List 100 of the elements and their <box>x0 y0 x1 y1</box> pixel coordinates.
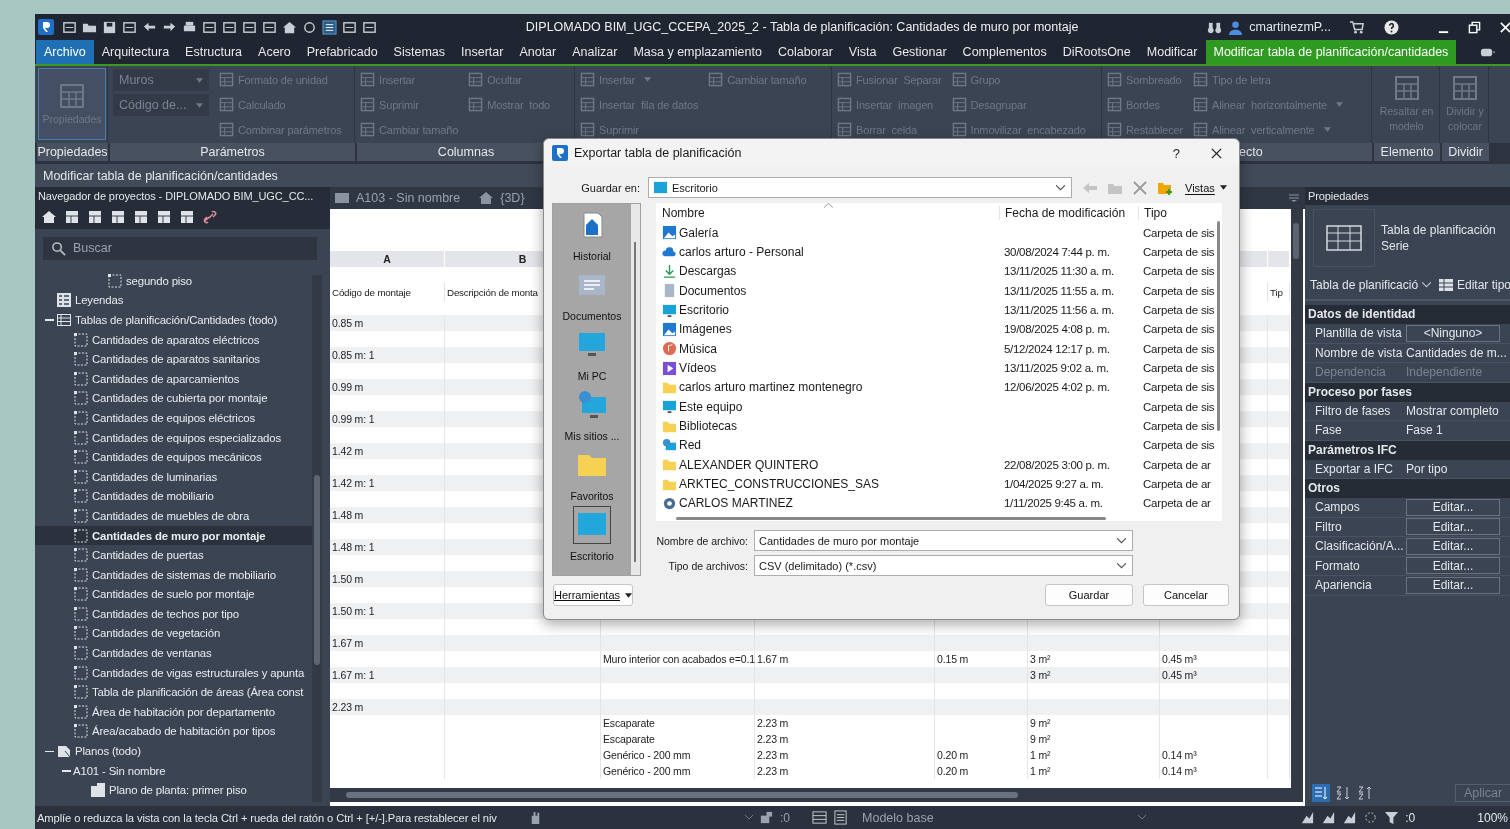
property-value[interactable]: Por tipo <box>1403 461 1448 476</box>
tree-item[interactable]: Cantidades de suelo por montaje <box>35 584 312 605</box>
sort-icon[interactable] <box>1312 784 1330 802</box>
place-item[interactable]: Mis sitios ... <box>553 384 631 444</box>
tree-item[interactable]: Cantidades de sistemas de mobiliario <box>35 564 312 585</box>
tree-item[interactable]: Cantidades de puertas <box>35 545 312 565</box>
sort-ascending-icon[interactable] <box>1334 784 1352 802</box>
file-row[interactable]: Música 5/12/2024 12:17 p. m. Carpeta de sis <box>656 339 1222 359</box>
file-row[interactable]: Escritorio 13/11/2025 11:56 a. m. Carpeta de sis <box>656 300 1222 320</box>
save-button[interactable]: Guardar <box>1045 584 1133 606</box>
help-button[interactable]: ? <box>1172 145 1180 161</box>
search-field[interactable]: Buscar <box>43 236 317 260</box>
tree-item[interactable]: Tablas de planificación/Cantidades (todo) <box>35 310 312 330</box>
file-row[interactable]: Vídeos 13/11/2025 9:02 a. m. Carpeta de sis <box>656 358 1222 378</box>
ribbon-tab[interactable]: Modificar <box>1138 40 1206 64</box>
ribbon-tab[interactable]: DiRootsOne <box>1054 40 1139 64</box>
tree-item[interactable]: Plano de planta: primer piso <box>35 780 312 801</box>
view-tab[interactable]: A103 - Sin nombre <box>330 187 471 209</box>
file-row[interactable]: Documentos 13/11/2025 11:55 a. m. Carpeta de sis <box>656 281 1222 301</box>
tree-item[interactable]: Cantidades de aparcamientos <box>35 368 312 389</box>
house-icon[interactable] <box>41 209 57 225</box>
scrollbar[interactable] <box>1217 221 1220 431</box>
help-icon[interactable] <box>1384 19 1399 35</box>
dropdown-icon[interactable] <box>1289 194 1299 202</box>
file-name-field[interactable]: Cantidades de muro por montaje <box>754 530 1133 551</box>
house-icon[interactable] <box>282 19 297 35</box>
place-item[interactable]: Escritorio <box>553 504 631 564</box>
save-icon[interactable] <box>102 19 117 35</box>
value-button[interactable]: Editar... <box>1406 557 1500 575</box>
target-icon[interactable] <box>302 19 317 35</box>
ribbon-tab[interactable]: Acero <box>250 40 299 64</box>
worksets-icon[interactable] <box>759 810 774 825</box>
ribbon-tab[interactable]: Masa y emplazamiento <box>625 40 770 64</box>
ribbon-tab[interactable]: Analizar <box>564 40 626 64</box>
file-row[interactable]: Bibliotecas Carpeta de sis <box>656 416 1222 436</box>
tree-item[interactable]: segundo piso <box>35 271 312 291</box>
scrollbar[interactable] <box>330 788 1291 802</box>
views-menu[interactable]: Vistas <box>1185 181 1227 194</box>
cart-icon[interactable] <box>1349 19 1364 35</box>
list-icon[interactable] <box>322 19 337 35</box>
ribbon-tab[interactable]: Modificar tabla de planificación/cantidades <box>1205 40 1457 64</box>
file-row[interactable]: ARKTEC_CONSTRUCCIONES_SAS 1/04/2025 9:27 a. m. Carpeta de ar <box>656 474 1222 494</box>
scrollbar[interactable] <box>312 275 322 802</box>
tree-item[interactable]: Tabla de planificación de áreas (Área const <box>35 682 312 703</box>
ribbon-tab[interactable]: Estructura <box>177 40 251 64</box>
view-tab[interactable]: {3D} <box>474 187 535 209</box>
file-row[interactable]: CARLOS MARTINEZ 1/11/2025 9:45 a. m. Carpeta de ar <box>656 493 1222 514</box>
ribbon-tab[interactable]: Insertar <box>453 40 512 64</box>
ribbon-tab[interactable]: Anotar <box>511 40 565 64</box>
user-name[interactable]: cmartinezmP... <box>1249 20 1331 34</box>
file-type-dropdown[interactable]: CSV (delimitado) (*.csv) <box>754 555 1133 576</box>
tree-item[interactable]: Leyendas <box>35 290 312 311</box>
tree-item[interactable]: Cantidades de equipos mecánicos <box>35 447 312 467</box>
sort-descending-icon[interactable] <box>1356 784 1374 802</box>
cancel-button[interactable]: Cancelar <box>1143 584 1229 606</box>
tree-item[interactable]: Área de habitación por departamento <box>35 702 312 722</box>
file-row[interactable]: carlos arturo - Personal 30/08/2024 7:44 p. m. Carpeta de sis <box>656 242 1222 262</box>
tools-button[interactable]: Herramientas <box>553 584 633 606</box>
file-row[interactable]: Red Carpeta de sis <box>656 435 1222 456</box>
file-row[interactable]: Descargas 13/11/2025 11:30 a. m. Carpeta de sis <box>656 261 1222 282</box>
file-row[interactable]: Imágenes 19/08/2025 4:08 p. m. Carpeta de sis <box>656 319 1222 340</box>
place-item[interactable]: Favoritos <box>553 444 631 504</box>
tree-item[interactable]: Cantidades de equipos eléctricos <box>35 408 312 428</box>
place-item[interactable]: Mi PC <box>553 324 631 384</box>
value-button[interactable]: Editar... <box>1406 537 1500 555</box>
caret-icon[interactable] <box>1137 815 1146 820</box>
tree-item[interactable]: Cantidades de vigas estructurales y apunta <box>35 662 312 683</box>
tree-item[interactable]: Área/acabado de habitación por tipos <box>35 721 312 742</box>
tree-item[interactable]: Planos (todo) <box>35 741 312 761</box>
app-logo-icon[interactable] <box>38 19 54 35</box>
tree-item[interactable]: Cantidades de techos por tipo <box>35 604 312 624</box>
tree-item[interactable]: Cantidades de ventanas <box>35 643 312 663</box>
table-icon[interactable] <box>110 209 126 225</box>
filter-icon[interactable] <box>1384 810 1400 825</box>
tree-item[interactable]: Cantidades de aparatos eléctricos <box>35 329 312 350</box>
ribbon-tab[interactable]: Archivo <box>36 40 94 64</box>
ribbon-tab[interactable]: Gestionar <box>884 40 955 64</box>
property-value[interactable]: Mostrar completo <box>1403 403 1499 418</box>
property-value[interactable]: Fase 1 <box>1403 423 1443 438</box>
instance-dropdown[interactable]: Tabla de planificació <box>1310 278 1434 292</box>
place-item[interactable]: Documentos <box>553 264 631 324</box>
scrollbar[interactable] <box>676 517 1106 520</box>
tree-item[interactable]: Cantidades de mobiliario <box>35 486 312 507</box>
column-header[interactable]: Tipo <box>1138 206 1216 220</box>
tree-item[interactable]: A101 - Sin nombre <box>35 760 312 781</box>
property-value[interactable]: Cantidades de m... <box>1403 345 1507 360</box>
tree-item[interactable]: Cantidades de cubierta por montaje <box>35 388 312 409</box>
column-header[interactable]: Nombre <box>656 206 999 220</box>
restore-icon[interactable] <box>1468 20 1481 34</box>
tree-item[interactable]: Cantidades de muebles de obra <box>35 506 312 526</box>
scrollbar[interactable] <box>1291 209 1303 802</box>
file-row[interactable]: ALEXANDER QUINTERO 22/08/2025 3:00 p. m. Carpeta de ar <box>656 455 1222 475</box>
tree-item[interactable]: Cantidades de vegetación <box>35 623 312 644</box>
ribbon-tab[interactable]: Vista <box>840 40 885 64</box>
place-item[interactable]: Historial <box>553 204 631 264</box>
caret-icon[interactable] <box>745 815 753 820</box>
value-button[interactable]: Editar... <box>1406 576 1500 594</box>
tree-item[interactable]: Cantidades de aparatos sanitarios <box>35 349 312 369</box>
edit-type-button[interactable]: Editar tipo <box>1438 277 1510 293</box>
legend-icon[interactable] <box>87 209 103 225</box>
